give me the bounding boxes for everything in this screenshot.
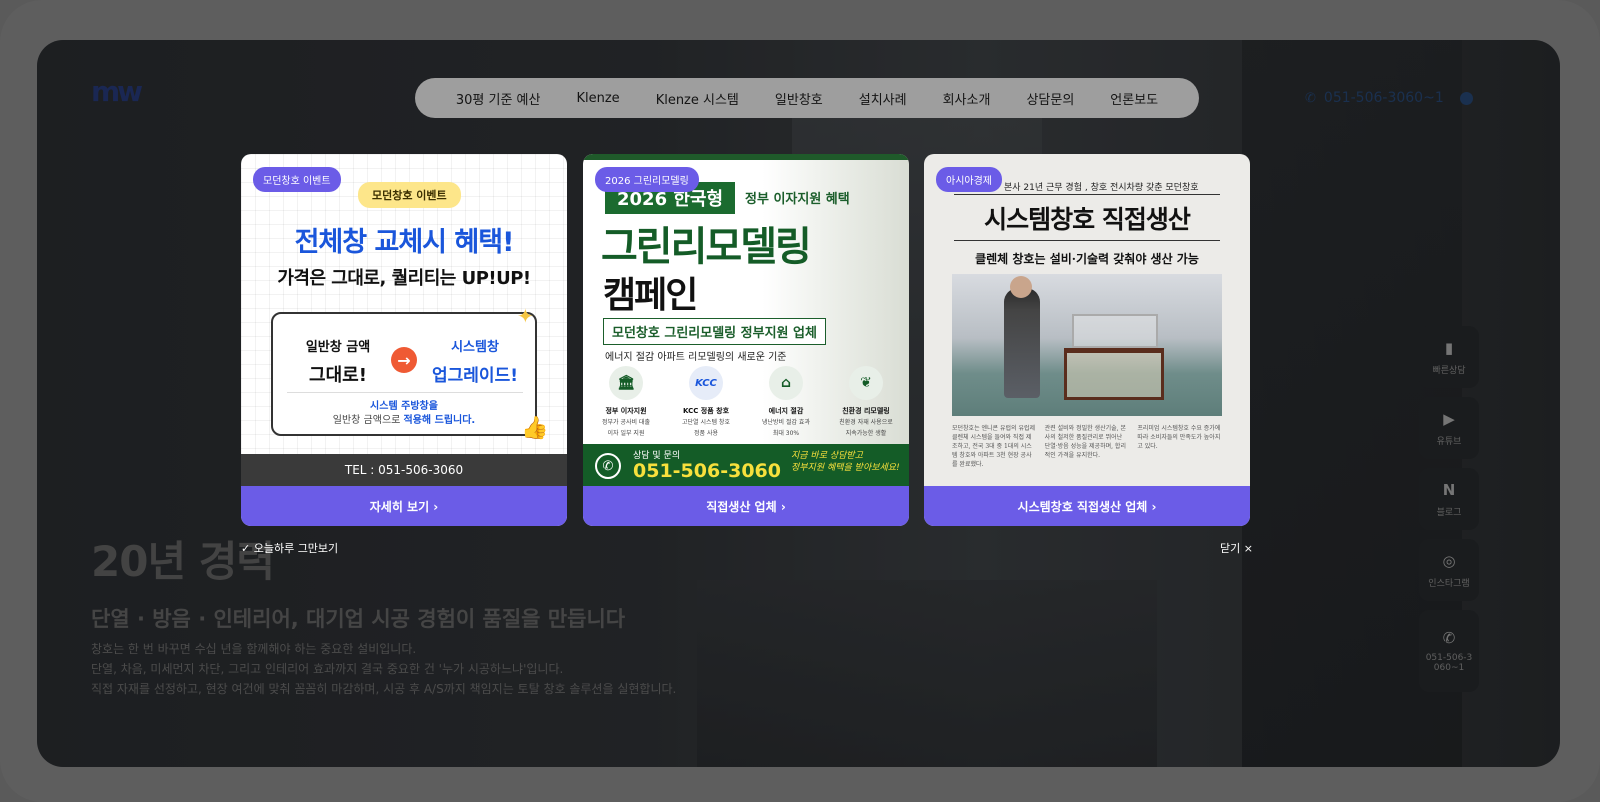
sparkle-icon: ✦ xyxy=(517,304,534,328)
feature-title: 정부 이자지원 xyxy=(605,407,647,415)
feature-item: KCC KCC 정품 창호 고단열 시스템 창호 정품 사용 xyxy=(669,366,743,438)
feature-desc: 최대 30% xyxy=(772,430,800,437)
article-column: 관련 설비와 정밀한 생산기술, 본사의 철저한 품질관리로 뛰어난 단열·방음… xyxy=(1044,425,1126,459)
close-popups-button[interactable]: 닫기 × xyxy=(1220,540,1253,556)
feature-title: KCC 정품 창호 xyxy=(682,407,730,415)
feature-desc: 정부가 공사비 대출 xyxy=(602,419,650,426)
workbench-shape xyxy=(1064,348,1164,400)
system-window-label: 시스템창 xyxy=(451,340,499,355)
window-frame-shape xyxy=(1072,314,1158,348)
kcc-logo-icon: KCC xyxy=(689,366,723,400)
factory-photo xyxy=(952,274,1222,416)
call-number[interactable]: 051-506-3060 xyxy=(633,460,781,482)
event-pill: 모던창호 이벤트 xyxy=(358,182,461,208)
article-headline: 시스템창호 직접생산 xyxy=(984,205,1191,234)
feature-desc: 친환경 자재 사용으로 xyxy=(839,419,893,426)
bank-icon: 🏛 xyxy=(609,366,643,400)
direct-production-button[interactable]: 직접생산 업체 › xyxy=(583,486,909,526)
campaign-title: 그린리모델링 xyxy=(601,224,812,270)
feature-desc: 냉난방비 절감 효과 xyxy=(762,419,810,426)
upgrade-note: 시스템 주방창을 일반창 금액으로 적용해 드립니다. xyxy=(273,400,535,428)
handwritten-note: 지금 바로 상담받고 정부지원 혜택을 받아보세요! xyxy=(791,450,900,474)
handwritten-line: 지금 바로 상담받고 xyxy=(791,451,863,461)
campaign-title-2: 캠페인 xyxy=(603,275,698,316)
note-highlight: 적용해 드립니다. xyxy=(403,415,476,426)
details-button[interactable]: 자세히 보기 › xyxy=(241,486,567,526)
note-line-2: 일반창 금액으로 적용해 드립니다. xyxy=(273,414,535,428)
feature-desc: 정품 사용 xyxy=(694,430,718,437)
dismiss-today-checkbox[interactable]: ✓ 오늘하루 그만보기 xyxy=(241,540,338,556)
feature-title: 에너지 절감 xyxy=(768,407,804,415)
popup-tag: 아시아경제 xyxy=(936,167,1002,192)
note-line-1: 시스템 주방창을 xyxy=(370,401,438,412)
article-subheadline: 클렌체 창호는 설비·기술력 갖춰야 생산 가능 xyxy=(975,252,1199,266)
note-prefix: 일반창 금액으로 xyxy=(332,415,404,426)
upgrade-box: 일반창 금액 그대로! → 시스템창 업그레이드! 시스템 주방창을 일반창 금… xyxy=(271,312,537,436)
system-window-maker-button[interactable]: 시스템창호 직접생산 업체 › xyxy=(924,486,1250,526)
popup-tel: TEL : 051-506-3060 xyxy=(241,454,567,486)
feature-item: ❦ 친환경 리모델링 친환경 자재 사용으로 지속가능한 생활 xyxy=(829,366,903,438)
press-popup-asia-economy: 아시아경제 본사 21년 근무 경험 , 창호 전시차량 갖춘 모던창호 시스템… xyxy=(924,154,1250,526)
general-price-label: 일반창 금액 xyxy=(305,340,371,355)
upgrade-label: 업그레이드! xyxy=(432,366,518,386)
phone-icon: ✆ xyxy=(595,453,621,479)
feature-desc: 지속가능한 생활 xyxy=(845,430,887,437)
article-topline: 본사 21년 근무 경험 , 창호 전시차량 갖춘 모던창호 xyxy=(1004,183,1199,193)
worker-figure xyxy=(1004,288,1040,398)
feature-item: 🏛 정부 이자지원 정부가 공사비 대출 이자 일부 지원 xyxy=(589,366,663,438)
thumbs-up-icon: 👍 xyxy=(521,416,549,441)
worker-head xyxy=(1010,276,1032,298)
feature-desc: 고단열 시스템 창호 xyxy=(682,419,730,426)
popup-subheadline: 가격은 그대로, 퀄리티는 UP!UP! xyxy=(277,268,531,289)
feature-item: ⌂ 에너지 절감 냉난방비 절감 효과 최대 30% xyxy=(749,366,823,438)
system-window-upgrade: 시스템창 업그레이드! xyxy=(423,336,527,386)
feature-desc: 이자 일부 지원 xyxy=(607,430,645,437)
divider xyxy=(954,194,1220,195)
divider xyxy=(954,240,1220,241)
article-body: 모던창호는 엔니콘 유럽의 유럽제 클렌체 시스템을 들여와 직접 제조하고, … xyxy=(952,424,1222,469)
gov-support-label: 정부 이자지원 혜택 xyxy=(745,192,850,207)
article-column: 프리미엄 시스템창호 수요 증가에 따라 소비자들의 만족도가 높아지고 있다. xyxy=(1137,425,1221,450)
article-column: 모던창호는 엔니콘 유럽의 유럽제 클렌체 시스템을 들여와 직접 제조하고, … xyxy=(952,425,1036,468)
popup-headline: 전체창 교체시 혜택! xyxy=(294,227,515,258)
contact-footer: ✆ 상담 및 문의 051-506-3060 지금 바로 상담받고 정부지원 혜… xyxy=(583,444,909,486)
house-icon: ⌂ xyxy=(769,366,803,400)
general-window-price: 일반창 금액 그대로! xyxy=(295,336,381,387)
arrow-right-icon: → xyxy=(391,347,417,373)
leaf-icon: ❦ xyxy=(849,366,883,400)
popup-tag: 모던창호 이벤트 xyxy=(253,167,341,192)
general-price-value: 그대로! xyxy=(309,365,367,386)
handwritten-line: 정부지원 혜택을 받아보세요! xyxy=(791,463,900,473)
campaign-description: 에너지 절감 아파트 리모델링의 새로운 기준 xyxy=(605,352,787,363)
green-top-bar xyxy=(583,154,909,160)
feature-title: 친환경 리모델링 xyxy=(842,407,890,415)
event-popup-benefit: 모던창호 이벤트 모던창호 이벤트 전체창 교체시 혜택! 가격은 그대로, 퀄… xyxy=(241,154,567,526)
feature-list: 🏛 정부 이자지원 정부가 공사비 대출 이자 일부 지원 KCC KCC 정품… xyxy=(589,366,903,438)
divider xyxy=(287,392,523,393)
event-popup-green-remodeling: 2026 그린리모델링 2026 한국형 정부 이자지원 혜택 그린리모델링 캠… xyxy=(583,154,909,526)
popup-tag: 2026 그린리모델링 xyxy=(595,167,699,192)
supported-vendor-band: 모던창호 그린리모델링 정부지원 업체 xyxy=(603,318,826,345)
